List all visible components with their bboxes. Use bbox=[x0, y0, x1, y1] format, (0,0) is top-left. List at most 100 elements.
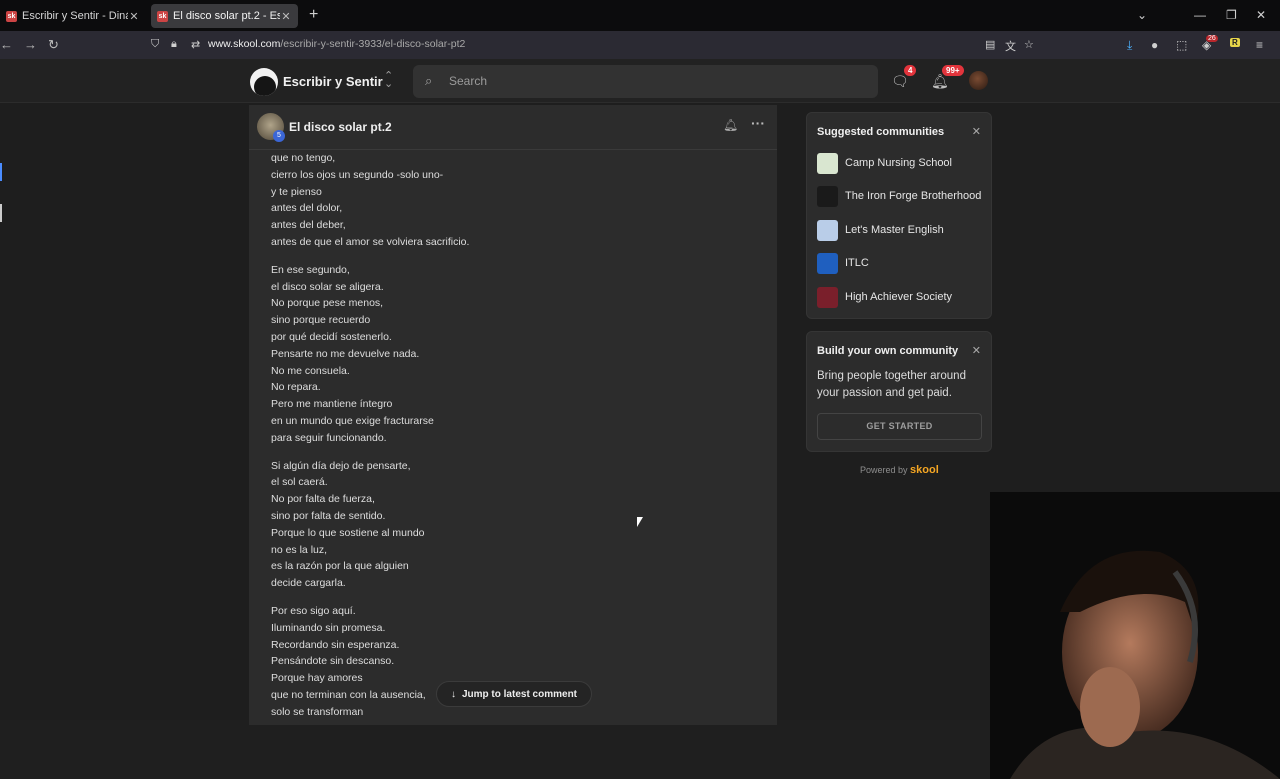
build-community-card: Build your own community ✕ Bring people … bbox=[806, 331, 992, 452]
minimize-icon[interactable]: — bbox=[1194, 8, 1206, 22]
community-switcher-icon[interactable]: ⌃ ⌄ bbox=[384, 71, 393, 90]
close-icon[interactable]: ✕ bbox=[972, 125, 981, 138]
poem-line: Recordando sin esperanza. bbox=[271, 638, 400, 651]
mouse-cursor bbox=[637, 517, 643, 527]
post-header: 5 El disco solar pt.2 🔔︎ ··· bbox=[249, 105, 777, 150]
close-icon[interactable]: ✕ bbox=[1256, 8, 1266, 22]
user-avatar[interactable] bbox=[969, 71, 988, 90]
download-icon[interactable]: ⤓ bbox=[1127, 38, 1132, 53]
webcam-person-image bbox=[1010, 550, 1280, 779]
skool-favicon-icon: sk bbox=[6, 10, 17, 22]
extensions-icon[interactable]: ⬚ bbox=[1176, 38, 1187, 52]
poem-line: Pero me mantiene íntegro bbox=[271, 398, 393, 411]
poem-line: Iluminando sin promesa. bbox=[271, 621, 386, 634]
post-card: que no tengo, cierro los ojos un segundo … bbox=[249, 105, 777, 725]
more-options-icon[interactable]: ··· bbox=[751, 115, 765, 131]
poem-line: el disco solar se aligera. bbox=[271, 280, 384, 293]
browser-tab[interactable]: sk Escribir y Sentir - Dinámica Semanal … bbox=[0, 4, 146, 28]
reader-extension-icon[interactable]: R bbox=[1230, 38, 1240, 47]
app-header: Escribir y Sentir ⌃⌄ ⌕ 🗨︎ 4 🔔︎ 99+ bbox=[0, 59, 1280, 103]
back-arrow-icon[interactable]: ← bbox=[0, 37, 13, 52]
post-body: que no tengo, cierro los ojos un segundo … bbox=[271, 150, 751, 732]
translate-icon[interactable]: 文 bbox=[1005, 38, 1016, 54]
community-item[interactable]: ITLC bbox=[817, 252, 869, 274]
poem-line: Pensarte no me devuelve nada. bbox=[271, 347, 420, 360]
tab-close-icon[interactable]: ✕ bbox=[280, 10, 292, 23]
extension-badge: 26 bbox=[1206, 35, 1218, 42]
lock-icon[interactable]: 🔒︎ bbox=[171, 38, 177, 51]
suggested-communities-card: Suggested communities ✕ Camp Nursing Sch… bbox=[806, 112, 992, 319]
poem-line: antes del deber, bbox=[271, 219, 346, 232]
community-item[interactable]: The Iron Forge Brotherhood bbox=[817, 185, 981, 207]
author-level-badge: 5 bbox=[273, 130, 285, 142]
community-item[interactable]: Let's Master English bbox=[817, 219, 944, 241]
community-item[interactable]: Camp Nursing School bbox=[817, 152, 952, 174]
url-text[interactable]: www.skool.com/escribir-y-sentir-3933/el-… bbox=[208, 38, 465, 50]
chat-badge: 4 bbox=[904, 65, 917, 76]
poem-stanza: que no tengo, cierro los ojos un segundo … bbox=[271, 150, 751, 251]
poem-line: y te pienso bbox=[271, 185, 322, 198]
new-tab-button[interactable]: + bbox=[309, 6, 318, 24]
powered-by[interactable]: Powered by skool bbox=[860, 464, 939, 476]
poem-line: sino porque recuerdo bbox=[271, 314, 371, 327]
search-bar[interactable]: ⌕ bbox=[413, 65, 878, 98]
left-edge-indicator bbox=[0, 204, 2, 222]
poem-line: no es la luz, bbox=[271, 543, 328, 556]
search-input[interactable] bbox=[449, 72, 849, 90]
tab-title: El disco solar pt.2 - Escribir y Sentir bbox=[173, 10, 280, 22]
community-name: ITLC bbox=[845, 257, 869, 269]
community-icon bbox=[817, 219, 838, 241]
community-item[interactable]: High Achiever Society bbox=[817, 286, 952, 308]
post-title: El disco solar pt.2 bbox=[289, 120, 392, 134]
community-logo[interactable] bbox=[250, 68, 278, 96]
community-name: Let's Master English bbox=[845, 224, 944, 236]
poem-line: antes del dolor, bbox=[271, 202, 343, 215]
webcam-overlay bbox=[990, 492, 1280, 779]
poem-line: Si algún día dejo de pensarte, bbox=[271, 459, 411, 472]
arrow-down-icon: ↓ bbox=[450, 688, 456, 700]
poem-line: No repara. bbox=[271, 381, 321, 394]
community-icon bbox=[817, 286, 838, 308]
community-icon bbox=[817, 152, 838, 174]
reload-icon[interactable]: ↻ bbox=[48, 37, 59, 53]
poem-line: En ese segundo, bbox=[271, 263, 350, 276]
shield-icon[interactable]: ⛉ bbox=[151, 38, 159, 51]
poem-stanza: Si algún día dejo de pensarte, el sol cae… bbox=[271, 458, 751, 592]
poem-line: sino por falta de sentido. bbox=[271, 509, 386, 522]
poem-stanza: En ese segundo, el disco solar se aligera… bbox=[271, 262, 751, 447]
poem-line: en un mundo que exige fracturarse bbox=[271, 414, 434, 427]
poem-line: No me consuela. bbox=[271, 364, 350, 377]
chat-icon[interactable]: 🗨︎ bbox=[891, 73, 909, 90]
skool-favicon-icon: sk bbox=[157, 10, 168, 22]
tab-title: Escribir y Sentir - Dinámica Semanal bbox=[22, 10, 128, 22]
reader-view-icon[interactable]: ▤ bbox=[985, 38, 995, 51]
account-icon[interactable]: ● bbox=[1151, 38, 1158, 52]
poem-line: Porque lo que sostiene al mundo bbox=[271, 526, 425, 539]
poem-line: que no tengo, bbox=[271, 152, 336, 164]
forward-arrow-icon[interactable]: → bbox=[24, 37, 37, 52]
hamburger-menu-icon[interactable]: ≡ bbox=[1256, 38, 1263, 52]
poem-line: decide cargarla. bbox=[271, 577, 346, 590]
poem-line: es la razón por la que alguien bbox=[271, 560, 409, 573]
tab-close-icon[interactable]: ✕ bbox=[128, 10, 140, 23]
follow-bell-icon[interactable]: 🔔︎ bbox=[723, 118, 738, 132]
community-name: Camp Nursing School bbox=[845, 157, 952, 169]
get-started-button[interactable]: GET STARTED bbox=[817, 413, 982, 440]
poem-line: antes de que el amor se volviera sacrifi… bbox=[271, 235, 470, 248]
poem-line: No por falta de fuerza, bbox=[271, 493, 375, 506]
build-text: Bring people together around your passio… bbox=[817, 370, 966, 399]
community-icon bbox=[817, 252, 838, 274]
community-name[interactable]: Escribir y Sentir bbox=[283, 74, 383, 89]
left-edge-indicator bbox=[0, 163, 2, 181]
chevron-down-icon[interactable]: ⌄ bbox=[1137, 8, 1147, 22]
poem-line: por qué decidí sostenerlo. bbox=[271, 330, 392, 343]
restore-icon[interactable]: ❐ bbox=[1226, 8, 1237, 22]
address-bar[interactable]: ⛉ 🔒︎ ⇄ www.skool.com/escribir-y-sentir-3… bbox=[145, 34, 1045, 56]
poem-line: para seguir funcionando. bbox=[271, 431, 387, 444]
search-icon: ⌕ bbox=[425, 73, 433, 88]
close-icon[interactable]: ✕ bbox=[972, 344, 981, 357]
jump-to-latest-comment-button[interactable]: ↓ Jump to latest comment bbox=[436, 681, 592, 707]
bookmark-star-icon[interactable]: ☆ bbox=[1024, 38, 1034, 51]
permissions-icon[interactable]: ⇄ bbox=[191, 38, 200, 51]
browser-tab-active[interactable]: sk El disco solar pt.2 - Escribir y Sent… bbox=[151, 4, 298, 28]
